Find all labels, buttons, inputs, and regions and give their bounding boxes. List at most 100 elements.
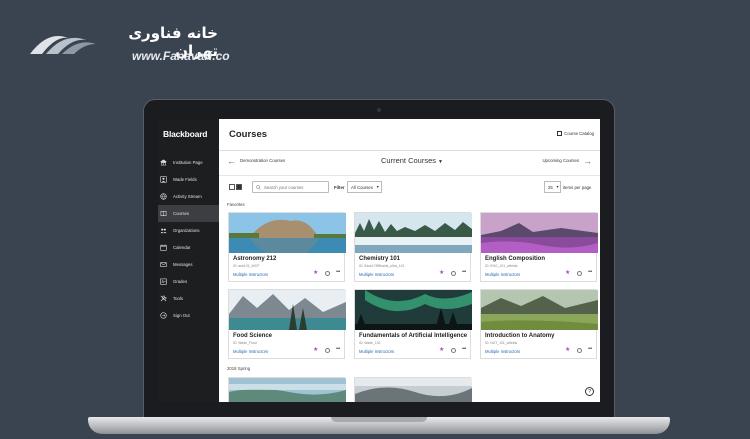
- per-page-label: items per page: [563, 185, 592, 190]
- sidebar-item-institution-page[interactable]: Institution Page: [158, 154, 219, 171]
- sidebar-item-organizations[interactable]: Organizations: [158, 222, 219, 239]
- brand-site: www.Fanavari.co: [132, 49, 230, 63]
- more-options-icon[interactable]: •••: [588, 347, 592, 352]
- favorite-star-icon[interactable]: ★: [565, 347, 570, 353]
- favorite-star-icon[interactable]: ★: [439, 347, 444, 353]
- course-image: [355, 213, 472, 253]
- sidebar-item-activity-stream[interactable]: Activity Stream: [158, 188, 219, 205]
- course-card[interactable]: Food Science ID: Wade_Food Multiple Inst…: [228, 289, 346, 359]
- mail-icon: [160, 261, 167, 268]
- course-catalog-link[interactable]: Course Catalog: [557, 131, 594, 136]
- course-card[interactable]: Fundamentals of Artificial Intelligence …: [354, 289, 472, 359]
- sidebar-item-label: Calendar: [173, 245, 191, 250]
- course-catalog-label: Course Catalog: [564, 131, 594, 136]
- course-card[interactable]: [228, 377, 346, 402]
- search-input[interactable]: [264, 184, 324, 190]
- course-image: [229, 378, 346, 402]
- course-title: Chemistry 101: [359, 256, 401, 262]
- more-options-icon[interactable]: •••: [462, 347, 466, 352]
- info-icon[interactable]: [325, 348, 330, 353]
- more-options-icon[interactable]: •••: [336, 347, 340, 352]
- sidebar-item-courses[interactable]: Courses: [158, 205, 219, 222]
- grid-view-button[interactable]: [236, 184, 242, 190]
- sidebar-item-sign-out[interactable]: Sign Out: [158, 307, 219, 324]
- filter-select[interactable]: All Courses ▼: [347, 181, 382, 193]
- sidebar-item-label: Wade Fields: [173, 177, 197, 182]
- favorite-star-icon[interactable]: ★: [313, 347, 318, 353]
- arrow-right-icon: →: [583, 155, 592, 166]
- grades-icon: [160, 278, 167, 285]
- spring-heading: 2018 Spring: [227, 366, 251, 371]
- sidebar: Blackboard Institution Page Wade Fields …: [158, 119, 219, 402]
- sidebar-item-label: Institution Page: [173, 160, 203, 165]
- course-search: [252, 181, 329, 193]
- favorite-star-icon[interactable]: ★: [439, 270, 444, 276]
- instructors-link[interactable]: Multiple Instructors: [233, 272, 268, 277]
- laptop-base: [88, 417, 670, 434]
- course-card[interactable]: Astronomy 212 ID: astr101_WCP Multiple I…: [228, 212, 346, 282]
- sidebar-item-label: Activity Stream: [173, 194, 202, 199]
- sidebar-item-label: Messages: [173, 262, 193, 267]
- sidebar-item-tools[interactable]: Tools: [158, 290, 219, 307]
- course-card[interactable]: English Composition ID: ENG_101_wfields …: [480, 212, 598, 282]
- screen: Blackboard Institution Page Wade Fields …: [158, 119, 600, 402]
- favorite-star-icon[interactable]: ★: [313, 270, 318, 276]
- sidebar-item-calendar[interactable]: Calendar: [158, 239, 219, 256]
- next-term-label: Upcoming Courses: [542, 158, 579, 163]
- per-page-value: 25: [548, 184, 553, 190]
- info-icon[interactable]: [577, 271, 582, 276]
- sidebar-nav: Institution Page Wade Fields Activity St…: [158, 154, 219, 324]
- caret-down-icon: ▼: [438, 159, 443, 165]
- info-icon[interactable]: [451, 348, 456, 353]
- favorite-star-icon[interactable]: ★: [565, 270, 570, 276]
- instructors-link[interactable]: Multiple Instructors: [485, 272, 520, 277]
- course-image: [355, 290, 472, 330]
- sidebar-item-label: Organizations: [173, 228, 200, 233]
- course-id: ID: 5doe1789fhalds_ultra_101: [359, 264, 405, 268]
- info-icon[interactable]: [577, 348, 582, 353]
- sidebar-item-grades[interactable]: Grades: [158, 273, 219, 290]
- course-id: ID: ENG_101_wfields: [485, 264, 518, 268]
- instructors-link[interactable]: Multiple Instructors: [359, 349, 394, 354]
- more-options-icon[interactable]: •••: [588, 270, 592, 275]
- course-id: ID: astr101_WCP: [233, 264, 260, 268]
- current-term-dropdown[interactable]: Current Courses ▼: [381, 156, 443, 165]
- help-button[interactable]: ?: [585, 387, 594, 396]
- course-id: ID: Wade_Food: [233, 341, 257, 345]
- blackboard-logo: Blackboard: [163, 129, 208, 139]
- info-icon[interactable]: [451, 271, 456, 276]
- course-title: English Composition: [485, 256, 545, 262]
- more-options-icon[interactable]: •••: [462, 270, 466, 275]
- info-icon[interactable]: [325, 271, 330, 276]
- sidebar-item-label: Grades: [173, 279, 188, 284]
- org-icon: [160, 227, 167, 234]
- sidebar-item-messages[interactable]: Messages: [158, 256, 219, 273]
- globe-icon: [160, 193, 167, 200]
- main-content: Courses Course Catalog ← Demonstration C…: [219, 119, 600, 402]
- brand-logo-icon: [30, 36, 96, 54]
- next-term-link[interactable]: Upcoming Courses →: [542, 155, 592, 166]
- previous-term-link[interactable]: ← Demonstration Courses: [227, 155, 285, 166]
- arrow-left-icon: ←: [227, 155, 236, 166]
- more-options-icon[interactable]: •••: [336, 270, 340, 275]
- sidebar-item-profile[interactable]: Wade Fields: [158, 171, 219, 188]
- instructors-link[interactable]: Multiple Instructors: [359, 272, 394, 277]
- signout-icon: [160, 312, 167, 319]
- instructors-link[interactable]: Multiple Instructors: [485, 349, 520, 354]
- course-card[interactable]: [354, 377, 472, 402]
- sidebar-item-label: Courses: [173, 211, 190, 216]
- course-card[interactable]: Chemistry 101 ID: 5doe1789fhalds_ultra_1…: [354, 212, 472, 282]
- tools-icon: [160, 295, 167, 302]
- instructors-link[interactable]: Multiple Instructors: [233, 349, 268, 354]
- calendar-icon: [160, 244, 167, 251]
- per-page-select[interactable]: 25 ▼: [544, 181, 561, 193]
- course-id: ID: NUT_101_wfields: [485, 341, 518, 345]
- term-navigator: ← Demonstration Courses Current Courses ▼…: [219, 151, 600, 173]
- course-image: [481, 213, 598, 253]
- list-view-button[interactable]: [229, 184, 235, 190]
- brand-watermark: خانه فناوری تهران www.Fanavari.co: [28, 22, 230, 66]
- course-image: [229, 290, 346, 330]
- course-card[interactable]: Introduction to Anatomy ID: NUT_101_wfie…: [480, 289, 598, 359]
- filter-label: Filter: [334, 185, 345, 190]
- view-toggle: [229, 184, 243, 190]
